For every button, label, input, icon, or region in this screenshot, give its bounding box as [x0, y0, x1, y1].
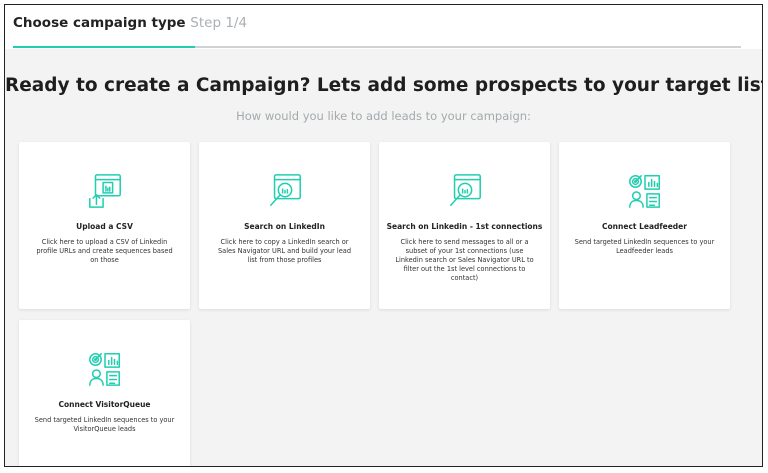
visitorqueue-icon: [86, 350, 124, 388]
campaign-wizard: Choose campaign type Step 1/4 Ready to c…: [4, 4, 763, 467]
card-title: Connect VisitorQueue: [58, 400, 151, 409]
progress-fill: [13, 46, 195, 48]
page-title: Choose campaign type Step 1/4: [13, 15, 247, 31]
step-indicator: Step 1/4: [190, 15, 248, 31]
wizard-header: Choose campaign type Step 1/4: [5, 5, 762, 49]
subheadline: How would you like to add leads to your …: [236, 109, 531, 123]
card-description: Click here to copy a LinkedIn search or …: [217, 238, 352, 264]
card-search-linkedin[interactable]: Search on LinkedIn Click here to copy a …: [199, 142, 370, 309]
linkedin-search-icon: [266, 172, 304, 210]
card-title: Upload a CSV: [76, 222, 133, 231]
card-connect-leadfeeder[interactable]: Connect Leadfeeder Send targeted LinkedI…: [559, 142, 730, 309]
card-description: Send targeted LinkedIn sequences to your…: [34, 416, 175, 433]
card-description: Send targeted LinkedIn sequences to your…: [574, 238, 715, 255]
headline: Ready to create a Campaign? Lets add som…: [5, 75, 763, 96]
card-upload-csv[interactable]: Upload a CSV Click here to upload a CSV …: [19, 142, 190, 309]
upload-csv-icon: [86, 172, 124, 210]
card-title: Search on Linkedin - 1st connections: [386, 222, 543, 231]
card-title: Search on LinkedIn: [244, 222, 325, 231]
leadfeeder-icon: [626, 172, 664, 210]
card-description: Click here to upload a CSV of Linkedin p…: [36, 238, 173, 264]
card-description: Click here to send messages to all or a …: [395, 238, 534, 282]
card-connect-visitorqueue[interactable]: Connect VisitorQueue Send targeted Linke…: [19, 320, 190, 466]
progress-bar: [13, 46, 741, 48]
card-search-1st-connections[interactable]: Search on Linkedin - 1st connections Cli…: [379, 142, 550, 309]
linkedin-connections-search-icon: [446, 172, 484, 210]
title-text: Choose campaign type: [13, 15, 186, 31]
card-title: Connect Leadfeeder: [602, 222, 687, 231]
